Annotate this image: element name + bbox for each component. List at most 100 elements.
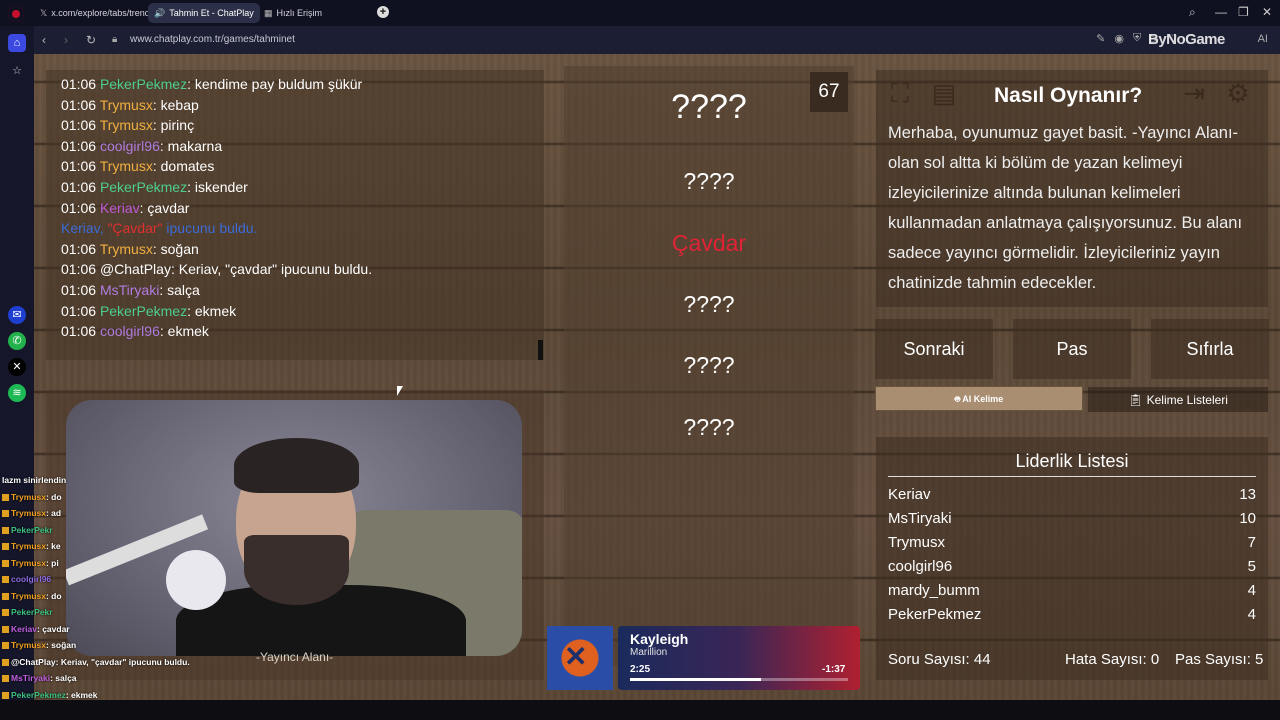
next-button[interactable]: Sonraki [875,319,993,379]
chat-line: 01:06 @ChatPlay: Keriav, "çavdar" ipucun… [61,261,373,278]
overlay-chat-line: PekerPekr [2,607,53,617]
overlay-chat-line: Trymusx: ke [2,541,61,551]
tab-chatplay[interactable]: 🔊 Tahmin Et - ChatPlay [148,3,260,23]
chat-line: 01:06 coolgirl96: makarna [61,137,223,154]
back-icon[interactable]: ‹ [42,33,46,47]
chat-line: 01:06 Trymusx: pirinç [61,117,195,134]
ai-word-button[interactable]: 🤖︎ AI Kelime [875,386,1083,411]
track-artist: Marillion [630,647,668,658]
chat-panel: 01:06 PekerPekmez: kendime pay buldum şü… [46,70,544,360]
reload-icon[interactable]: ↻ [86,33,96,47]
divider [888,476,1256,477]
forward-icon[interactable]: › [64,33,68,47]
tab-quick-access[interactable]: ▦ Hızlı Erişim [258,3,328,23]
x-icon[interactable]: ✕ [8,358,26,376]
chat-user: coolgirl96 [99,137,160,154]
chat-line: 01:06 Keriav: çavdar [61,199,190,216]
chat-line: 01:06 PekerPekmez: iskender [61,178,248,195]
chat-scrollbar[interactable] [538,340,543,360]
leaderboard-title: Liderlik Listesi [1015,451,1129,471]
badge-icon [2,658,9,666]
badge-icon [2,675,9,682]
maximize-icon[interactable]: ❐ [1238,5,1249,19]
speaker-icon: 🔊 [154,7,166,18]
chat-user: Trymusx [99,96,153,113]
new-tab-button[interactable]: + [377,6,389,18]
browser-tab-bar: 𝕏 x.com/explore/tabs/trend 🔊 Tahmin Et -… [0,0,1280,26]
shield-icon[interactable]: ⛨ [1133,32,1141,45]
tab-label: x.com/explore/tabs/trend [51,8,150,18]
watermark: ByNoGame [1148,31,1225,48]
fullscreen-icon[interactable]: ⛶ [881,74,919,112]
badge-icon [2,559,9,567]
exit-icon[interactable]: ⇥ [1175,74,1213,112]
search-icon[interactable]: ⌕ [1189,5,1196,20]
chat-line: 01:06 Trymusx: kebap [61,96,199,113]
hint-word-found: Çavdar [671,230,747,256]
ai-word-label: AI Kelime [962,394,1004,404]
chat-user: Trymusx [99,117,153,134]
badge-icon [2,510,9,517]
chat-line: 01:06 Trymusx: soğan [61,240,199,257]
overlay-chat-line: Trymusx: do [2,591,62,601]
chat-user: PekerPekmez [99,302,188,319]
badge-icon [2,625,9,633]
chat-line: 01:06 PekerPekmez: kendime pay buldum şü… [61,76,363,92]
home-icon[interactable]: ⌂ [8,34,26,52]
word-lists-button[interactable]: 📋︎ Kelime Listeleri [1088,387,1268,412]
badge-icon [2,543,9,550]
how-to-play-text: Merhaba, oyunumuz gayet basit. -Yayıncı … [888,124,1243,292]
close-icon[interactable]: ✕ [1262,5,1272,19]
document-icon[interactable]: ▤ [925,74,963,112]
tab-label: Hızlı Erişim [276,8,323,18]
address-bar: ‹ › ↻ 🔒︎ www.chatplay.com.tr/games/tahmi… [0,26,1280,54]
leaderboard-row: Keriav 13 [888,486,1256,503]
chat-user: coolgirl96 [99,323,160,340]
leaderboard-row: PekerPekmez 4 [888,606,1256,623]
elapsed-time: 2:25 [630,664,651,675]
x-icon: 𝕏 [40,7,48,18]
badge-icon [2,691,9,699]
track-progress-fill [630,678,761,681]
track-progress-bar[interactable] [630,678,848,681]
settings-gear-icon[interactable]: ⚙ [1219,74,1257,112]
pass-button[interactable]: Pas [1013,319,1131,379]
spotify-icon[interactable]: ≋ [8,384,26,402]
hint-word: ???? [683,414,735,440]
badge-icon [2,526,9,534]
chat-user: @ChatPlay [99,261,171,278]
chat-line: 01:06 coolgirl96: ekmek [61,323,209,340]
leaderboard-row: MsTiryaki 10 [888,510,1256,527]
grid-icon: ▦ [264,7,273,18]
streamer-area-label: -Yayıncı Alanı- [256,650,334,664]
badge-icon [2,576,9,583]
tab-x[interactable]: 𝕏 x.com/explore/tabs/trend [34,3,156,23]
bottom-strip [0,700,1280,720]
ai-label: AI [1257,32,1268,45]
whatsapp-icon[interactable]: ✆ [8,332,26,350]
url-field[interactable]: www.chatplay.com.tr/games/tahminet [130,34,295,45]
overlay-chat-line: PekerPekr [2,525,53,535]
remaining-time: -1:37 [822,664,846,675]
hint-word: ???? [683,168,735,194]
overlay-chat-line: Trymusx: do [2,492,62,502]
messenger-icon[interactable]: ✉ [8,306,26,324]
opera-logo-icon[interactable] [8,6,24,22]
edit-icon[interactable]: ✎ [1096,32,1105,45]
how-to-play-title: Nasıl Oynanır? [994,84,1143,107]
badge-icon [2,493,9,501]
camera-icon[interactable]: ◉ [1114,32,1124,45]
ai-button[interactable]: AI [1258,33,1268,45]
chat-user: Trymusx [99,158,153,175]
minimize-icon[interactable]: — [1215,5,1227,19]
badge-icon [2,592,9,600]
overlay-chat-line: Trymusx: ad [2,508,61,518]
star-icon[interactable]: ☆ [8,62,26,80]
track-title: Kayleigh [630,631,689,647]
overlay-chat-line: lazm sinirlendin [2,475,67,485]
badge-icon [2,609,9,616]
album-art: ✕ [547,626,613,690]
overlay-chat-line: Trymusx: pi [2,558,59,568]
reset-button[interactable]: Sıfırla [1151,319,1269,379]
lock-icon: 🔒︎ [112,34,118,45]
